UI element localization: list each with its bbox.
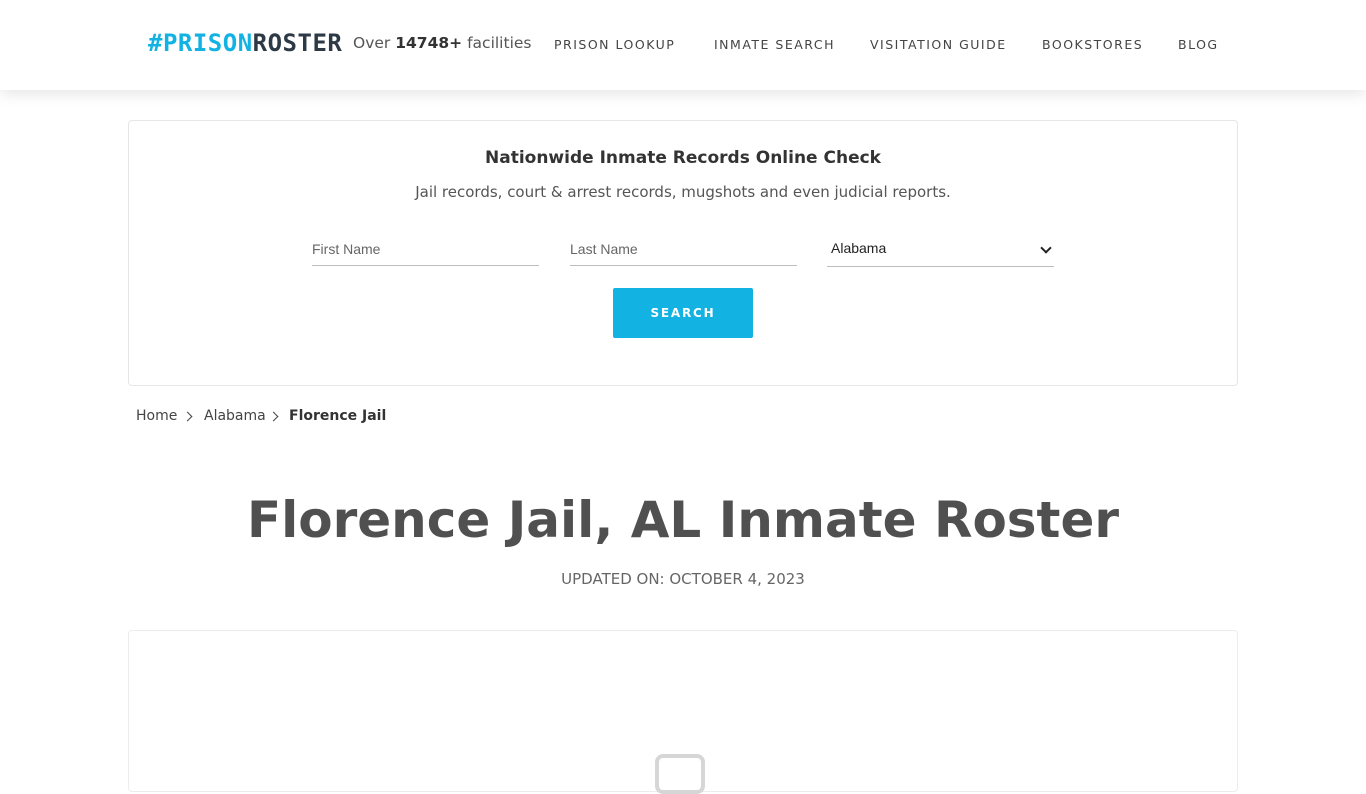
state-select-value: Alabama — [831, 240, 887, 256]
breadcrumb-state[interactable]: Alabama — [204, 408, 266, 424]
inmate-search-card: Nationwide Inmate Records Online Check J… — [128, 120, 1238, 386]
main-nav: PRISON LOOKUP INMATE SEARCH VISITATION G… — [0, 37, 1366, 57]
last-name-input[interactable] — [570, 233, 797, 266]
updated-date: UPDATED ON: OCTOBER 4, 2023 — [561, 570, 805, 588]
chevron-right-icon — [268, 411, 279, 422]
breadcrumb-home[interactable]: Home — [136, 408, 177, 424]
nav-inmate-search[interactable]: INMATE SEARCH — [714, 37, 835, 52]
search-button[interactable]: SEARCH — [613, 288, 753, 338]
nav-blog[interactable]: BLOG — [1178, 37, 1219, 52]
page-title: Florence Jail, AL Inmate Roster — [246, 491, 1120, 549]
nav-visitation-guide[interactable]: VISITATION GUIDE — [870, 37, 1007, 52]
nav-bookstores[interactable]: BOOKSTORES — [1042, 37, 1143, 52]
state-select[interactable]: Alabama — [827, 233, 1054, 267]
breadcrumb-current: Florence Jail — [289, 408, 387, 424]
image-placeholder-icon — [655, 754, 705, 794]
chevron-right-icon — [182, 411, 193, 422]
chevron-down-icon — [1040, 242, 1052, 254]
nav-prison-lookup[interactable]: PRISON LOOKUP — [554, 37, 675, 52]
search-title: Nationwide Inmate Records Online Check — [485, 148, 881, 168]
search-subtitle: Jail records, court & arrest records, mu… — [415, 183, 951, 201]
site-header: #PRISONROSTER Over 14748+ facilities PRI… — [0, 0, 1366, 90]
first-name-input[interactable] — [312, 233, 539, 266]
